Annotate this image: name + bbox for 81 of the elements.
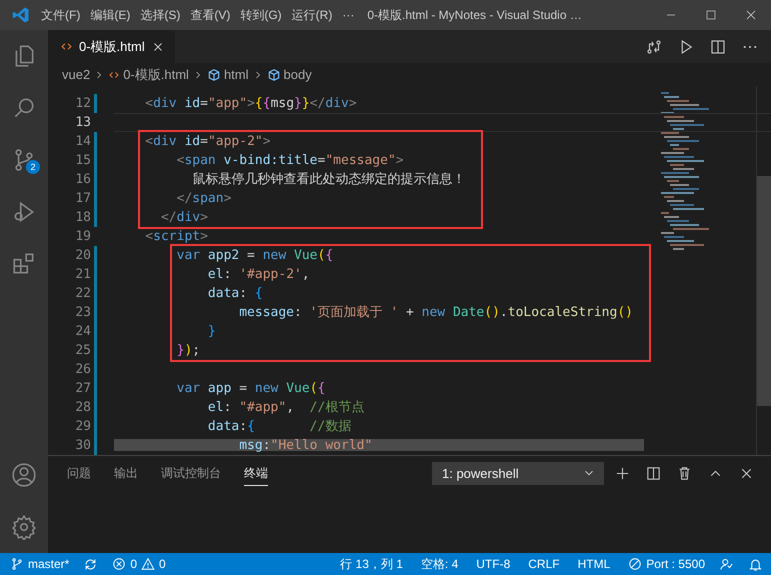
status-item[interactable]: HTML bbox=[578, 557, 610, 571]
cube-icon bbox=[206, 68, 221, 82]
settings-icon[interactable] bbox=[11, 514, 37, 540]
code-line: }); bbox=[176, 342, 200, 360]
code-line: } bbox=[206, 323, 216, 341]
line-number: 29 bbox=[74, 419, 91, 434]
code-line: <div id="app-2"> bbox=[144, 133, 271, 151]
code-line: var app = new Vue({ bbox=[176, 380, 326, 398]
code-line: el: '#app-2', bbox=[206, 266, 310, 284]
code-line: <div id="app">{{msg}}</div> bbox=[144, 95, 357, 113]
line-number: 16 bbox=[74, 172, 91, 187]
code-line: data: { bbox=[206, 285, 263, 303]
line-number: 18 bbox=[74, 210, 91, 225]
panel-tab[interactable]: 输出 bbox=[114, 460, 138, 486]
line-number: 17 bbox=[74, 191, 91, 206]
line-number: 26 bbox=[74, 362, 91, 377]
line-number: 15 bbox=[74, 153, 91, 168]
vscode-logo bbox=[12, 6, 30, 24]
code-line: </span> bbox=[176, 190, 232, 208]
branch-name[interactable]: master* bbox=[28, 557, 70, 571]
line-number: 27 bbox=[74, 381, 91, 396]
compare-changes-icon[interactable] bbox=[645, 38, 663, 56]
line-number: 25 bbox=[74, 343, 91, 358]
code-line: </div> bbox=[160, 209, 208, 227]
code-line: <script> bbox=[144, 228, 208, 246]
bell-icon[interactable] bbox=[748, 556, 763, 572]
warning-count[interactable]: 0 bbox=[159, 557, 166, 571]
breadcrumb-item[interactable]: vue2 bbox=[62, 67, 90, 82]
cube-icon bbox=[266, 68, 280, 82]
terminal-select[interactable]: 1: powershell bbox=[432, 462, 604, 484]
code-line: <span v-bind:title="message"> bbox=[176, 152, 404, 170]
menu-item[interactable]: 查看(V) bbox=[185, 6, 236, 24]
breadcrumb-item[interactable]: body bbox=[284, 67, 312, 82]
line-number: 23 bbox=[74, 305, 91, 320]
code-line: var app2 = new Vue({ bbox=[176, 247, 334, 265]
panel-tab[interactable]: 问题 bbox=[67, 460, 91, 486]
window-title: 0-模版.html - MyNotes - Visual Studio … bbox=[366, 6, 583, 24]
error-icon bbox=[112, 557, 126, 571]
editor-tab[interactable]: 0-模版.html bbox=[48, 30, 175, 63]
code-line: msg:"Hello world" bbox=[238, 437, 372, 455]
code-line: 鼠标悬停几秒钟查看此处动态绑定的提示信息！ bbox=[191, 171, 466, 189]
code-line: data:{ //数据 bbox=[206, 418, 352, 436]
split-editor-icon[interactable] bbox=[709, 38, 727, 56]
breadcrumb-item[interactable]: 0-模版.html bbox=[123, 66, 189, 84]
branch-icon bbox=[10, 557, 24, 571]
status-item[interactable]: CRLF bbox=[528, 557, 560, 571]
line-number: 14 bbox=[74, 134, 91, 149]
menu-item[interactable]: 运行(R) bbox=[286, 6, 338, 24]
sync-icon[interactable] bbox=[83, 556, 98, 572]
menu-item[interactable]: 转到(G) bbox=[235, 6, 287, 24]
split-icon[interactable] bbox=[645, 464, 662, 482]
vertical-scrollbar[interactable] bbox=[756, 86, 771, 455]
code-line: el: "#app", //根节点 bbox=[206, 399, 364, 417]
port-status[interactable]: Port : 5500 bbox=[646, 557, 705, 571]
status-item[interactable]: UTF-8 bbox=[476, 557, 510, 571]
error-count[interactable]: 0 bbox=[130, 557, 138, 571]
breadcrumb-item[interactable]: html bbox=[224, 67, 248, 82]
menu-item[interactable]: 文件(F) bbox=[36, 6, 86, 24]
line-number: 28 bbox=[74, 400, 91, 415]
blocked-icon bbox=[628, 557, 642, 571]
line-number: 13 bbox=[74, 115, 91, 130]
line-number: 19 bbox=[74, 229, 91, 244]
code-line: message: '页面加载于 ' + new Date().toLocaleString() bbox=[238, 304, 633, 322]
line-number: 20 bbox=[74, 248, 91, 263]
line-number: 24 bbox=[74, 324, 91, 339]
menu-item[interactable]: 编辑(E) bbox=[85, 6, 136, 24]
feedback-icon[interactable] bbox=[719, 556, 734, 572]
warning-icon bbox=[141, 557, 156, 571]
line-number: 21 bbox=[74, 267, 91, 282]
account-icon[interactable] bbox=[11, 462, 37, 488]
menu-item[interactable]: 选择(S) bbox=[135, 6, 186, 24]
horizontal-scrollbar[interactable] bbox=[114, 439, 644, 451]
line-number: 12 bbox=[74, 96, 91, 111]
status-item[interactable]: 行 13，列 1 bbox=[340, 556, 403, 572]
more-menu[interactable]: ··· bbox=[337, 8, 360, 22]
panel-tab[interactable]: 终端 bbox=[244, 460, 268, 486]
panel-tab[interactable]: 调试控制台 bbox=[161, 460, 221, 486]
count-badge: 2 bbox=[26, 160, 40, 174]
line-number: 30 bbox=[74, 438, 91, 453]
status-item[interactable]: 空格: 4 bbox=[420, 556, 458, 572]
line-number: 22 bbox=[74, 286, 91, 301]
